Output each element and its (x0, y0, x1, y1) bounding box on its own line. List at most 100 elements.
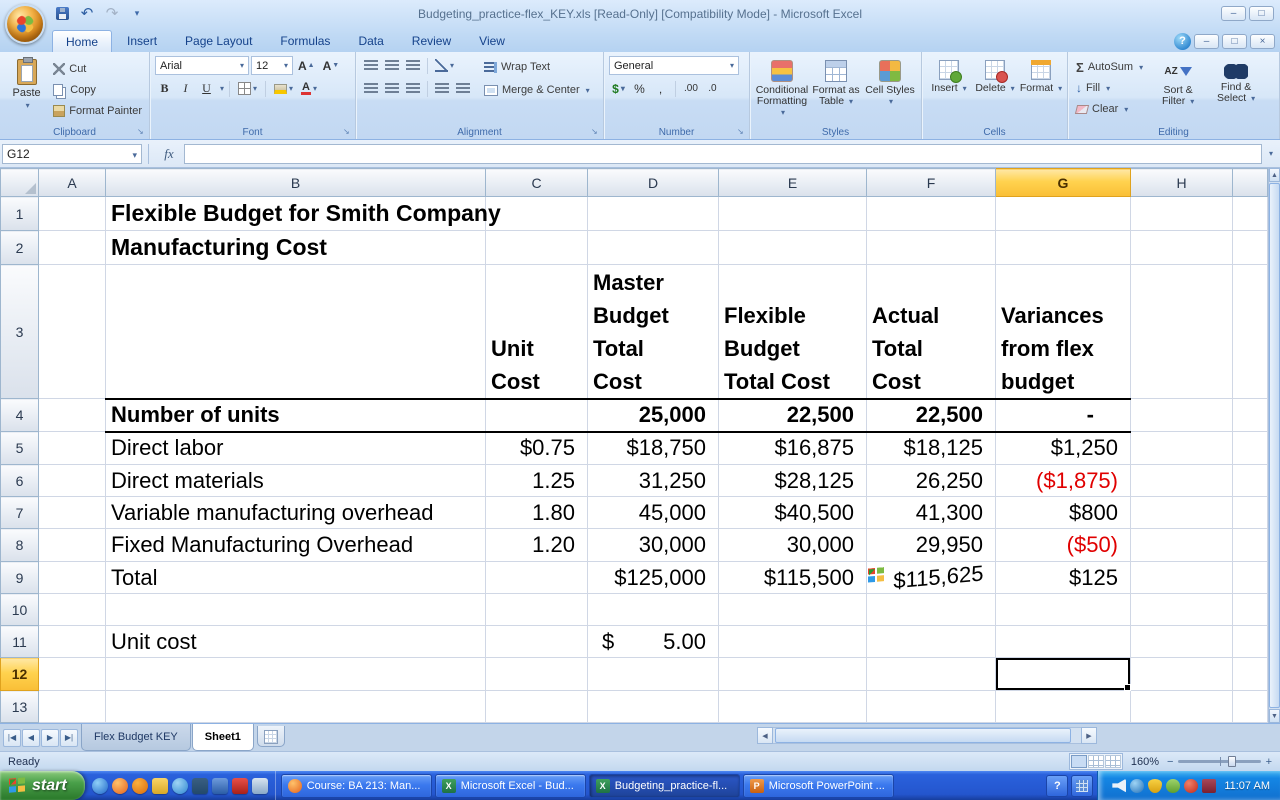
number-format-dropdown-icon[interactable] (730, 61, 734, 70)
align-middle-button[interactable] (382, 56, 402, 75)
row-header-5[interactable]: 5 (0, 431, 39, 465)
cell-E11[interactable] (718, 625, 867, 658)
cell-H7[interactable] (1130, 496, 1233, 529)
cell-H2[interactable] (1130, 230, 1233, 265)
cell-A2[interactable] (38, 230, 106, 265)
cell-E9[interactable]: $115,500 (718, 561, 867, 594)
next-sheet-icon[interactable] (41, 728, 59, 747)
cell-A1[interactable] (38, 196, 106, 231)
cell-B12[interactable] (105, 657, 486, 691)
conditional-formatting-button[interactable]: Conditional Formatting (755, 56, 809, 122)
cell-C8[interactable]: 1.20 (485, 528, 588, 562)
sheet-tab-flex-budget-key[interactable]: Flex Budget KEY (81, 724, 191, 751)
zoom-slider-thumb[interactable] (1227, 756, 1236, 767)
underline-button[interactable]: U (197, 79, 216, 98)
cell-C10[interactable] (485, 593, 588, 626)
photoshop-icon[interactable] (191, 777, 208, 794)
workbook-close-button[interactable] (1250, 34, 1275, 49)
column-header-A[interactable]: A (38, 168, 106, 197)
number-format-select[interactable]: General (609, 56, 739, 75)
cell-E1[interactable] (718, 196, 867, 231)
cell-A13[interactable] (38, 690, 106, 723)
cell-B13[interactable] (105, 690, 486, 723)
insert-cells-button[interactable]: Insert (927, 56, 971, 122)
font-color-button[interactable] (298, 79, 320, 98)
comma-style-button[interactable]: , (651, 79, 670, 98)
autosum-button[interactable]: AutoSum (1073, 58, 1146, 76)
underline-dropdown-icon[interactable] (220, 84, 224, 93)
column-header-F[interactable]: F (866, 168, 996, 197)
wrap-text-button[interactable]: Wrap Text (481, 58, 593, 76)
find-select-button[interactable]: Find & Select (1210, 56, 1262, 118)
borders-button[interactable] (235, 79, 260, 98)
page-layout-view-button[interactable] (1087, 755, 1104, 768)
cell-B1[interactable]: Flexible Budget for Smith Company (105, 196, 501, 231)
horizontal-scroll-thumb[interactable] (775, 728, 1071, 743)
cell-G5[interactable]: $1,250 (995, 431, 1131, 465)
word-icon[interactable] (211, 777, 228, 794)
format-as-table-button[interactable]: Format as Table (809, 56, 863, 122)
cell-C9[interactable] (485, 561, 588, 594)
cell-D13[interactable] (587, 690, 719, 723)
merge-center-button[interactable]: Merge & Center (481, 81, 593, 99)
cell-F10[interactable] (866, 593, 996, 626)
cell-G4[interactable]: - (995, 397, 1131, 433)
cell-B3[interactable] (105, 264, 486, 399)
previous-sheet-icon[interactable] (22, 728, 40, 747)
cell-E13[interactable] (718, 690, 867, 723)
cell-H11[interactable] (1130, 625, 1233, 658)
paste-button[interactable]: Paste (5, 56, 48, 120)
row-header-8[interactable]: 8 (0, 528, 39, 562)
minimize-button[interactable] (1221, 6, 1246, 21)
cell-A7[interactable] (38, 496, 106, 529)
paste-dropdown-icon[interactable] (26, 101, 30, 110)
increase-indent-button[interactable] (453, 79, 473, 98)
cell-F3[interactable]: Actual Total Cost (866, 264, 996, 399)
bold-button[interactable]: B (155, 79, 174, 98)
vertical-scroll-thumb[interactable] (1269, 183, 1280, 708)
antivirus-tray-icon[interactable] (1148, 778, 1163, 793)
decrease-decimal-button[interactable]: .0 (703, 79, 722, 98)
cell-F1[interactable] (866, 196, 996, 231)
cell-H5[interactable] (1130, 431, 1233, 465)
cell-A9[interactable] (38, 561, 106, 594)
cell-A6[interactable] (38, 464, 106, 497)
cell-B8[interactable]: Fixed Manufacturing Overhead (105, 528, 486, 562)
cell-G7[interactable]: $800 (995, 496, 1131, 529)
acrobat-icon[interactable] (231, 777, 248, 794)
redo-button[interactable] (102, 4, 122, 22)
cell-B6[interactable]: Direct materials (105, 464, 486, 497)
column-header-D[interactable]: D (587, 168, 719, 197)
sort-filter-button[interactable]: Sort & Filter (1152, 56, 1204, 118)
align-bottom-button[interactable] (403, 56, 423, 75)
cell-D5[interactable]: $18,750 (587, 431, 719, 465)
cell-C7[interactable]: 1.80 (485, 496, 588, 529)
font-dialog-launcher[interactable] (343, 127, 353, 137)
column-header-C[interactable]: C (485, 168, 588, 197)
cell-F12[interactable] (866, 657, 996, 691)
cell-D11[interactable]: $5.00 (587, 625, 719, 658)
cell-D10[interactable] (587, 593, 719, 626)
cell-G6[interactable]: ($1,875) (995, 464, 1131, 497)
cell-C5[interactable]: $0.75 (485, 431, 588, 465)
cell-G12[interactable] (995, 657, 1131, 691)
row-header-11[interactable]: 11 (0, 625, 39, 658)
font-size-select[interactable]: 12 (251, 56, 293, 75)
update-tray-icon[interactable] (1184, 778, 1199, 793)
decrease-indent-button[interactable] (432, 79, 452, 98)
cell-H9[interactable] (1130, 561, 1233, 594)
row-header-10[interactable]: 10 (0, 593, 39, 626)
outlook-icon[interactable] (151, 777, 168, 794)
cell-H6[interactable] (1130, 464, 1233, 497)
cell-D2[interactable] (587, 230, 719, 265)
cell-G8[interactable]: ($50) (995, 528, 1131, 562)
taskbar-button-2[interactable]: Microsoft Excel - Bud... (434, 773, 586, 798)
sheet-tab-sheet1[interactable]: Sheet1 (191, 724, 254, 751)
workbook-restore-button[interactable] (1222, 34, 1247, 49)
insert-function-button[interactable] (156, 144, 182, 164)
shrink-font-button[interactable]: A ▼ (320, 56, 343, 75)
undo-button[interactable] (77, 4, 97, 22)
accounting-format-button[interactable]: $ (609, 79, 628, 98)
scroll-up-icon[interactable] (1269, 168, 1280, 182)
cell-F7[interactable]: 41,300 (866, 496, 996, 529)
